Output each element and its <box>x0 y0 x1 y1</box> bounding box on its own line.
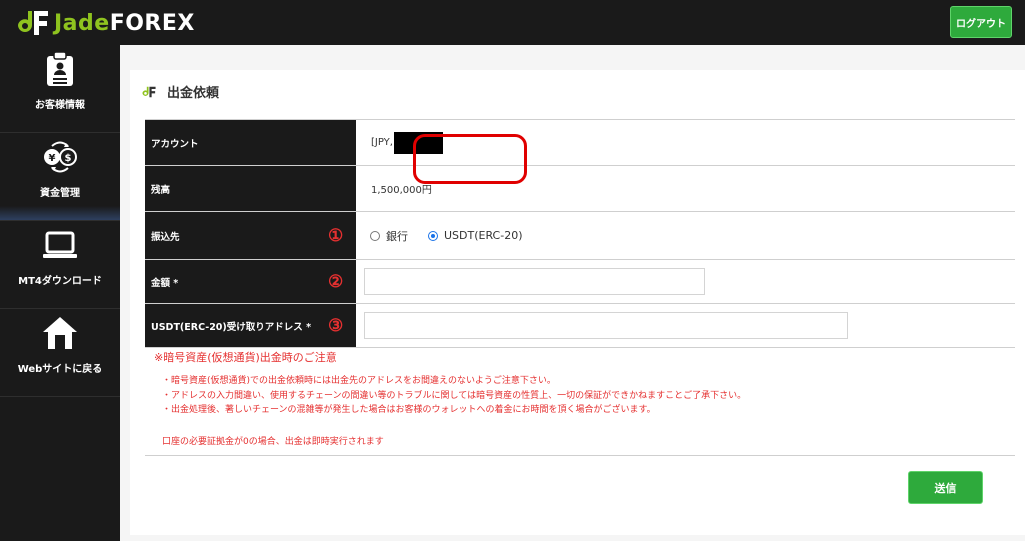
usdt-address-label-cell: USDT(ERC-20)受け取りアドレス * ③ <box>145 304 356 347</box>
clipboard-icon <box>40 49 80 89</box>
svg-text:$: $ <box>65 153 72 164</box>
sidebar-item-customer-info[interactable]: お客様情報 <box>0 45 120 133</box>
submit-button[interactable]: 送信 <box>908 471 983 504</box>
sidebar-item-fund-management[interactable]: ¥ $ 資金管理 <box>0 133 120 221</box>
note-item: ・出金処理後、著しいチェーンの混雑等が発生した場合はお客様のウォレットへの着金に… <box>162 405 656 415</box>
amount-label-cell: 金額 * ② <box>145 260 356 303</box>
marker-3: ③ <box>328 315 344 336</box>
sidebar-item-label: 資金管理 <box>40 188 80 199</box>
destination-label-cell: 振込先 ① <box>145 212 356 259</box>
logo-mark-icon <box>142 86 156 97</box>
account-prefix: [JPY, <box>371 137 393 148</box>
marker-2: ② <box>328 271 344 292</box>
laptop-icon <box>40 225 80 265</box>
home-icon <box>40 313 80 353</box>
destination-options: 銀行 USDT(ERC-20) <box>356 212 1015 259</box>
amount-input-cell <box>356 260 1015 303</box>
destination-label: 振込先 <box>151 231 180 243</box>
logo-text: JadeFOREX <box>54 11 195 36</box>
usdt-address-label: USDT(ERC-20)受け取りアドレス * <box>151 321 312 333</box>
logo[interactable]: JadeFOREX <box>14 7 195 39</box>
sidebar-item-back-to-website[interactable]: Webサイトに戻る <box>0 309 120 397</box>
note-item: ・暗号資産(仮想通貨)での出金依頼時には出金先のアドレスをお間違えのないようご注… <box>162 376 556 386</box>
sidebar-item-mt4-download[interactable]: MT4ダウンロード <box>0 221 120 309</box>
account-label: アカウント <box>145 120 356 165</box>
logout-button[interactable]: ログアウト <box>950 6 1012 38</box>
note-item: ・アドレスの入力間違い、使用するチェーンの間違い等のトラブルに関しては暗号資産の… <box>162 390 747 401</box>
logo-mark-icon <box>18 11 48 35</box>
notes-heading: ※暗号資産(仮想通貨)出金時のご注意 <box>154 351 337 364</box>
sidebar-item-label: MT4ダウンロード <box>18 276 102 287</box>
notes-footer: 口座の必要証拠金が0の場合、出金は即時実行されます <box>162 436 384 447</box>
radio-usdt[interactable]: USDT(ERC-20) <box>428 229 523 242</box>
withdrawal-form: アカウント [JPY, 残高 1,500,000円 振込先 ① 銀行 USDT( <box>145 119 1015 348</box>
amount-label: 金額 * <box>151 277 179 289</box>
page-title: 出金依頼 <box>140 82 219 101</box>
sidebar: お客様情報 ¥ $ 資金管理 MT4ダウンロード Webサイトに戻る <box>0 45 120 541</box>
form-row-balance: 残高 1,500,000円 <box>145 166 1015 212</box>
form-row-amount: 金額 * ② <box>145 260 1015 304</box>
radio-usdt-circle[interactable] <box>428 230 438 241</box>
usdt-address-input[interactable] <box>364 312 848 339</box>
radio-bank-circle[interactable] <box>370 230 380 241</box>
radio-usdt-label: USDT(ERC-20) <box>444 229 523 242</box>
currency-exchange-icon: ¥ $ <box>40 137 80 177</box>
top-bar: JadeFOREX ログアウト <box>0 0 1025 45</box>
usdt-address-input-cell <box>356 304 1015 347</box>
form-row-account: アカウント [JPY, <box>145 120 1015 166</box>
divider <box>145 455 1015 456</box>
svg-text:¥: ¥ <box>49 153 56 164</box>
amount-input[interactable] <box>364 268 705 295</box>
main-content: 出金依頼 アカウント [JPY, 残高 1,500,000円 振込先 ① 銀行 <box>120 45 1025 541</box>
logo-jade: Jade <box>54 10 110 36</box>
logo-forex: FOREX <box>109 10 195 36</box>
marker-1: ① <box>328 225 344 246</box>
notes-section: ※暗号資産(仮想通貨)出金時のご注意 ・暗号資産(仮想通貨)での出金依頼時には出… <box>154 349 994 447</box>
notes-list: ・暗号資産(仮想通貨)での出金依頼時には出金先のアドレスをお間違えのないようご注… <box>162 374 994 418</box>
highlight-box <box>413 134 527 184</box>
form-row-destination: 振込先 ① 銀行 USDT(ERC-20) <box>145 212 1015 260</box>
radio-bank[interactable]: 銀行 <box>370 228 408 244</box>
form-row-usdt-address: USDT(ERC-20)受け取りアドレス * ③ <box>145 304 1015 348</box>
sidebar-item-label: お客様情報 <box>35 100 85 111</box>
balance-label: 残高 <box>145 166 356 211</box>
sidebar-item-label: Webサイトに戻る <box>17 364 103 375</box>
page-title-text: 出金依頼 <box>167 86 220 101</box>
radio-bank-label: 銀行 <box>386 229 408 243</box>
